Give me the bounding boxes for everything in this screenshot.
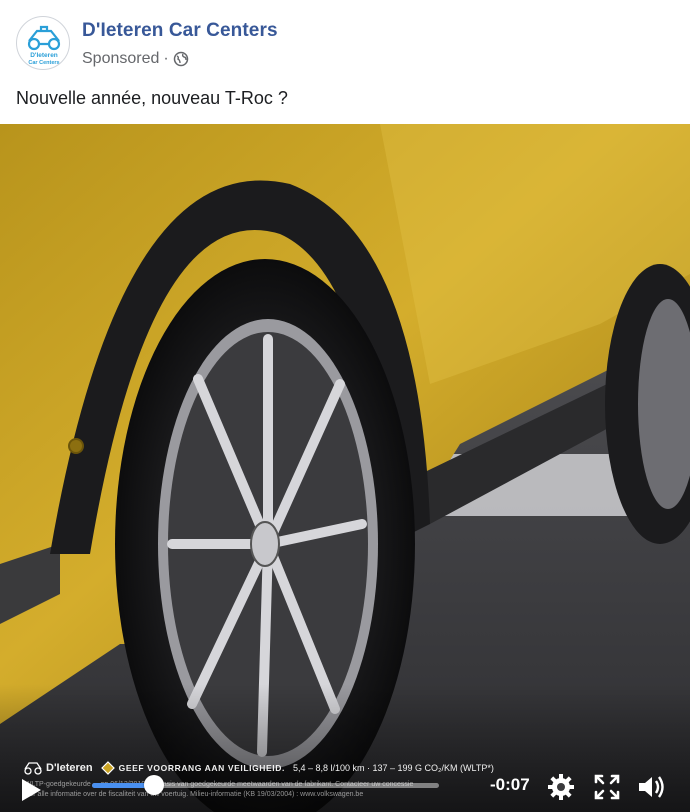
fullscreen-button[interactable] xyxy=(592,772,622,802)
page-avatar[interactable]: D'Ieteren Car Centers xyxy=(16,16,70,70)
fullscreen-icon xyxy=(594,774,620,800)
avatar-line2: Car Centers xyxy=(28,60,59,66)
volume-icon xyxy=(639,776,664,798)
globe-icon[interactable] xyxy=(173,51,189,67)
settings-button[interactable] xyxy=(546,772,576,802)
meta-separator: · xyxy=(163,50,169,67)
video-controls: -0:07 xyxy=(0,766,690,812)
car-logo-icon: D'Ieteren Car Centers xyxy=(27,25,61,66)
gear-icon xyxy=(548,774,574,800)
play-button[interactable] xyxy=(20,778,42,802)
progress-thumb[interactable] xyxy=(144,775,165,795)
volume-button[interactable] xyxy=(636,772,666,802)
post-meta: Sponsored · xyxy=(82,48,189,70)
post-header: D'Ieteren Car Centers D'Ieteren Car Cent… xyxy=(0,0,690,80)
video-frame xyxy=(0,124,690,812)
time-remaining: -0:07 xyxy=(490,775,530,794)
play-icon xyxy=(22,779,41,801)
avatar-line1: D'Ieteren xyxy=(30,52,58,59)
post-text: Nouvelle année, nouveau T-Roc ? xyxy=(16,88,288,108)
page-name-link[interactable]: D'Ieteren Car Centers xyxy=(82,20,278,42)
progress-bar[interactable] xyxy=(92,775,439,795)
sponsored-label[interactable]: Sponsored xyxy=(82,50,159,68)
video-player[interactable]: D'Ieteren GEEF VOORRANG AAN VEILIGHEID. … xyxy=(0,124,690,812)
